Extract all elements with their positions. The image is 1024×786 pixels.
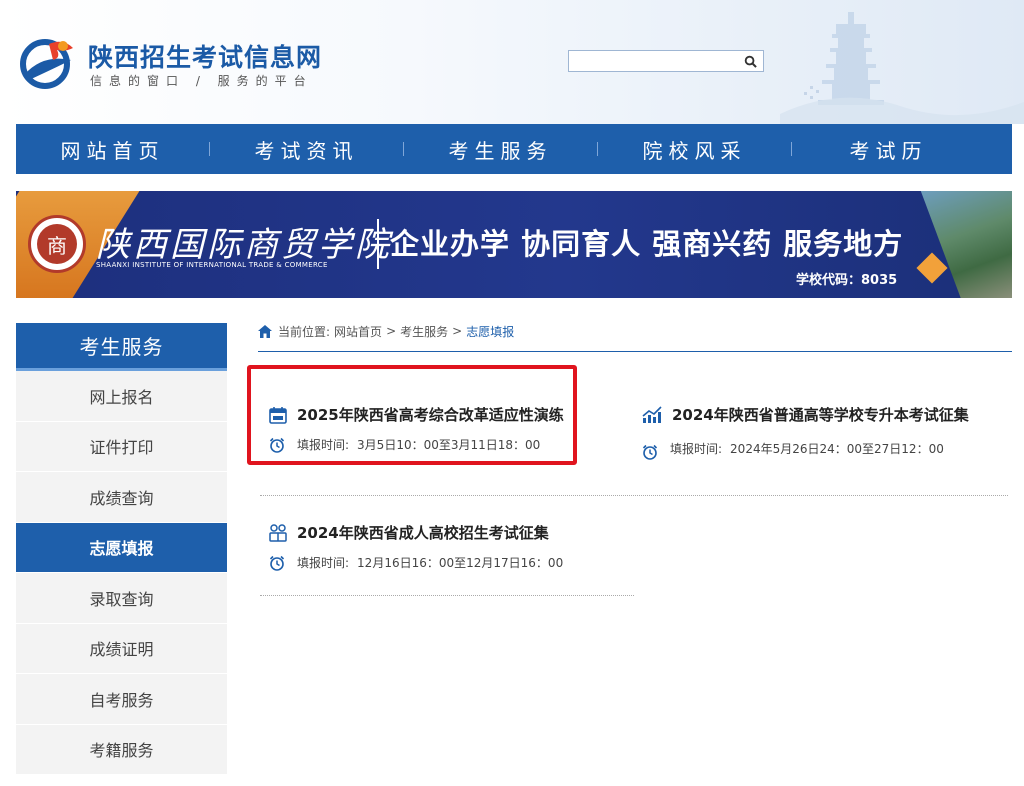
entry-time-value: 2024年5月26日24：00至27日12：00 [730, 441, 944, 456]
entry-time-value: 12月16日16：00至12月17日16：00 [357, 556, 564, 570]
site-logo-icon[interactable] [15, 34, 79, 90]
college-name: 陕西国际商贸学院 [96, 225, 392, 265]
sidebar-item-id-print[interactable]: 证件打印 [16, 421, 227, 472]
sidebar-item-admission-query[interactable]: 录取查询 [16, 573, 227, 624]
nav-item-exam-calendar[interactable]: 考试历 [792, 135, 985, 164]
entry-card: 2024年陕西省成人高校招生考试征集 填报时间: 12月16日16：00至12月… [269, 522, 563, 571]
sidebar-item-online-registration[interactable]: 网上报名 [16, 371, 227, 422]
breadcrumb-current[interactable]: 志愿填报 [466, 323, 514, 340]
banner-slogan: 企业办学 协同育人 强商兴药 服务地方 [390, 227, 904, 261]
entry-time: 填报时间: 2024年5月26日24：00至27日12：00 [642, 436, 969, 460]
nav-item-colleges[interactable]: 院校风采 [598, 135, 791, 164]
highlight-box [247, 365, 577, 465]
site-title[interactable]: 陕西招生考试信息网 [88, 38, 322, 74]
entry-title-link[interactable]: 2024年陕西省普通高等学校专升本考试征集 [642, 404, 969, 425]
home-icon [258, 324, 272, 338]
college-banner[interactable]: 商 陕西国际商贸学院 SHAANXI INSTITUTE OF INTERNAT… [16, 191, 1012, 298]
breadcrumb-separator: > [386, 324, 397, 338]
college-emblem-char: 商 [37, 224, 77, 264]
search-icon [744, 55, 757, 68]
banner-diamond [916, 252, 948, 284]
site-slogan: 信息的窗口 / 服务的平台 [90, 74, 313, 88]
people-icon [269, 523, 287, 542]
entry-time-label: 填报时间: [297, 556, 350, 570]
entry-time: 填报时间: 12月16日16：00至12月17日16：00 [269, 554, 563, 571]
breadcrumb-separator: > [452, 324, 463, 338]
nav-item-exam-news[interactable]: 考试资讯 [210, 135, 403, 164]
banner-divider [377, 219, 379, 269]
entry-title: 2024年陕西省普通高等学校专升本考试征集 [672, 406, 969, 424]
alarm-clock-icon [269, 555, 285, 571]
breadcrumb: 当前位置: 网站首页 > 考生服务 > 志愿填报 [258, 322, 514, 340]
breadcrumb-prefix: 当前位置: [278, 324, 331, 339]
pagoda-decoration-icon [780, 12, 1024, 124]
sidebar: 考生服务 网上报名 证件打印 成绩查询 志愿填报 录取查询 成绩证明 自考服务 … [16, 323, 227, 775]
nav-item-candidate-service[interactable]: 考生服务 [404, 135, 597, 164]
sidebar-item-self-study[interactable]: 自考服务 [16, 674, 227, 725]
sidebar-item-score-certificate[interactable]: 成绩证明 [16, 623, 227, 674]
sidebar-title: 考生服务 [16, 323, 227, 371]
college-emblem: 商 [28, 215, 86, 273]
college-english-name: SHAANXI INSTITUTE OF INTERNATIONAL TRADE… [96, 261, 328, 269]
entry-card: 2024年陕西省普通高等学校专升本考试征集 填报时间: 2024年5月26日24… [642, 404, 969, 460]
college-code: 学校代码：8035 [796, 273, 898, 288]
breadcrumb-candidate-service[interactable]: 考生服务 [400, 323, 448, 340]
entry-title: 2024年陕西省成人高校招生考试征集 [297, 524, 549, 542]
search-button[interactable] [737, 51, 763, 71]
breadcrumb-rule [258, 351, 1012, 352]
breadcrumb-home[interactable]: 网站首页 [334, 323, 382, 340]
entry-divider [260, 595, 634, 596]
alarm-clock-icon [642, 444, 658, 460]
campus-photo [920, 191, 1012, 298]
sidebar-item-score-query[interactable]: 成绩查询 [16, 472, 227, 523]
search-box [568, 50, 764, 72]
entry-divider [260, 495, 1008, 496]
trend-chart-icon [642, 405, 662, 423]
sidebar-item-application[interactable]: 志愿填报 [16, 522, 227, 573]
main-nav: 网站首页 考试资讯 考生服务 院校风采 考试历 [16, 124, 1012, 174]
site-header: 陕西招生考试信息网 信息的窗口 / 服务的平台 [0, 0, 1024, 124]
sidebar-item-records[interactable]: 考籍服务 [16, 724, 227, 775]
entry-time-label: 填报时间: [670, 441, 723, 456]
nav-item-home[interactable]: 网站首页 [16, 135, 209, 164]
search-input[interactable] [569, 51, 745, 71]
entry-title-link[interactable]: 2024年陕西省成人高校招生考试征集 [269, 522, 563, 543]
